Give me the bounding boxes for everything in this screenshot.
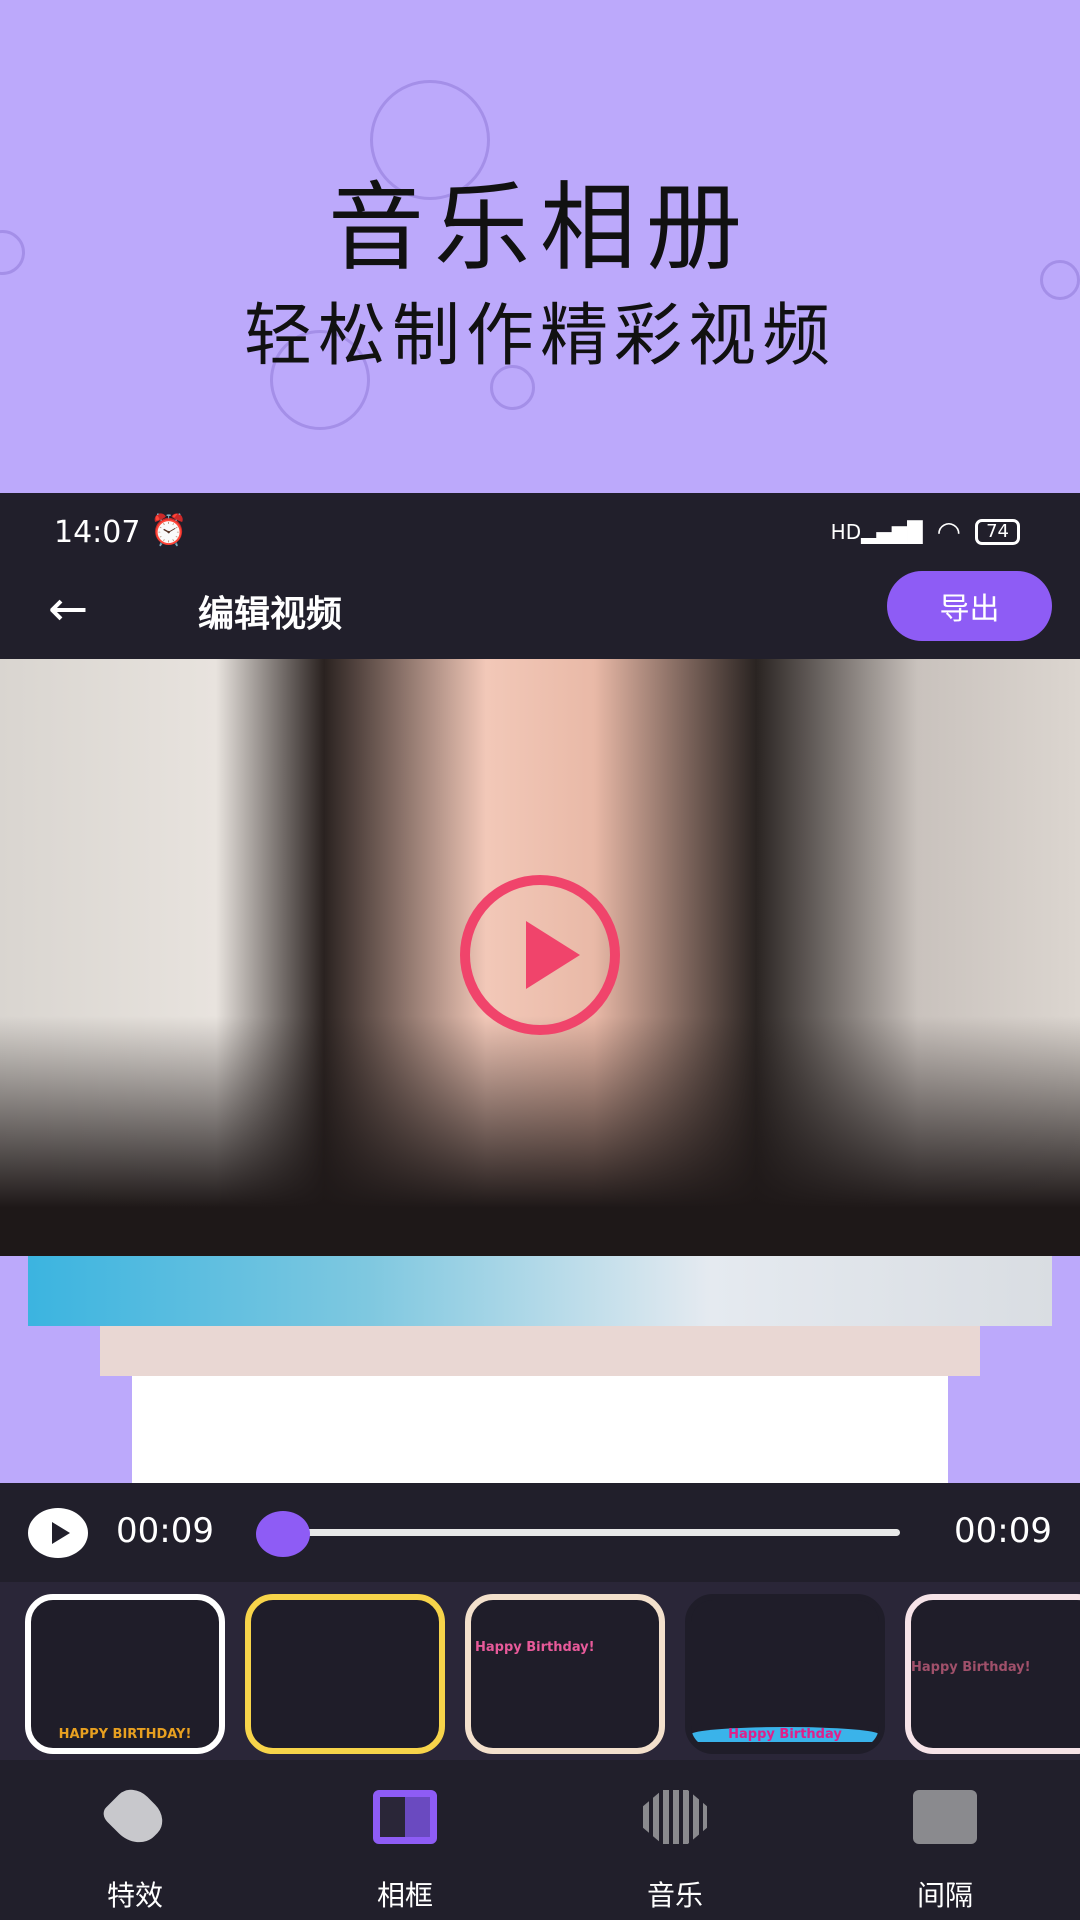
video-preview[interactable]: [0, 659, 1080, 1256]
nav-item-interval[interactable]: 间隔: [810, 1760, 1080, 1920]
bottom-nav: 特效 相框 音乐 间隔: [0, 1760, 1080, 1920]
promo-title: 音乐相册: [328, 172, 752, 284]
frame-caption: Happy Birthday!: [475, 1640, 595, 1655]
export-button[interactable]: 导出: [887, 571, 1052, 641]
app-bar: ← 编辑视频 导出: [0, 563, 1080, 659]
playback-bar: 00:09 00:09: [0, 1483, 1080, 1582]
photo-layer: [28, 1256, 1052, 1326]
photo-layer: [132, 1376, 948, 1483]
back-arrow-icon[interactable]: ←: [48, 581, 88, 637]
page-title: 编辑视频: [198, 594, 343, 635]
promo-banner: 音乐相册 轻松制作精彩视频: [0, 0, 1080, 493]
effects-icon: [99, 1781, 171, 1853]
seek-thumb[interactable]: [256, 1511, 310, 1557]
wifi-icon: ◠: [936, 515, 962, 548]
play-button[interactable]: [28, 1508, 88, 1558]
battery-icon: 74: [975, 518, 1020, 545]
photo-shade: [0, 1016, 1080, 1256]
current-time: 00:09: [116, 1511, 214, 1551]
frame-strip[interactable]: HAPPY BIRTHDAY! Happy Birthday! Happy Bi…: [0, 1582, 1080, 1760]
alarm-icon: ⏰: [150, 513, 188, 548]
photo-layer: [100, 1326, 980, 1376]
frame-icon: [373, 1790, 437, 1844]
frame-option[interactable]: Happy Birthday: [685, 1594, 885, 1754]
nav-label: 相框: [376, 1879, 433, 1912]
network-type: HD: [830, 519, 862, 544]
nav-label: 间隔: [916, 1879, 973, 1912]
nav-item-effects[interactable]: 特效: [0, 1760, 270, 1920]
nav-item-frame[interactable]: 相框: [270, 1760, 540, 1920]
nav-label: 特效: [106, 1879, 163, 1912]
status-time: 14:07: [54, 515, 141, 550]
battery-level: 74: [986, 520, 1009, 542]
signal-icon: HD▂▄▆█: [830, 519, 923, 544]
frame-caption: Happy Birthday!: [911, 1660, 1031, 1675]
frame-option[interactable]: HAPPY BIRTHDAY!: [25, 1594, 225, 1754]
status-bar: 14:07 ⏰ HD▂▄▆█ ◠ 74: [0, 493, 1080, 563]
photo-stack-preview: [0, 1256, 1080, 1483]
music-wave-icon: [643, 1790, 707, 1844]
total-time: 00:09: [954, 1511, 1052, 1551]
sliders-icon: [913, 1790, 977, 1844]
play-video-icon[interactable]: [460, 875, 620, 1035]
seek-slider[interactable]: [270, 1529, 900, 1536]
frame-option[interactable]: Happy Birthday!: [465, 1594, 665, 1754]
frame-caption: HAPPY BIRTHDAY!: [58, 1727, 192, 1742]
nav-item-music[interactable]: 音乐: [540, 1760, 810, 1920]
frame-option[interactable]: [245, 1594, 445, 1754]
nav-label: 音乐: [646, 1879, 703, 1912]
promo-subtitle: 轻松制作精彩视频: [243, 297, 836, 376]
frame-option[interactable]: Happy Birthday!: [905, 1594, 1080, 1754]
frame-caption: Happy Birthday: [691, 1727, 879, 1742]
